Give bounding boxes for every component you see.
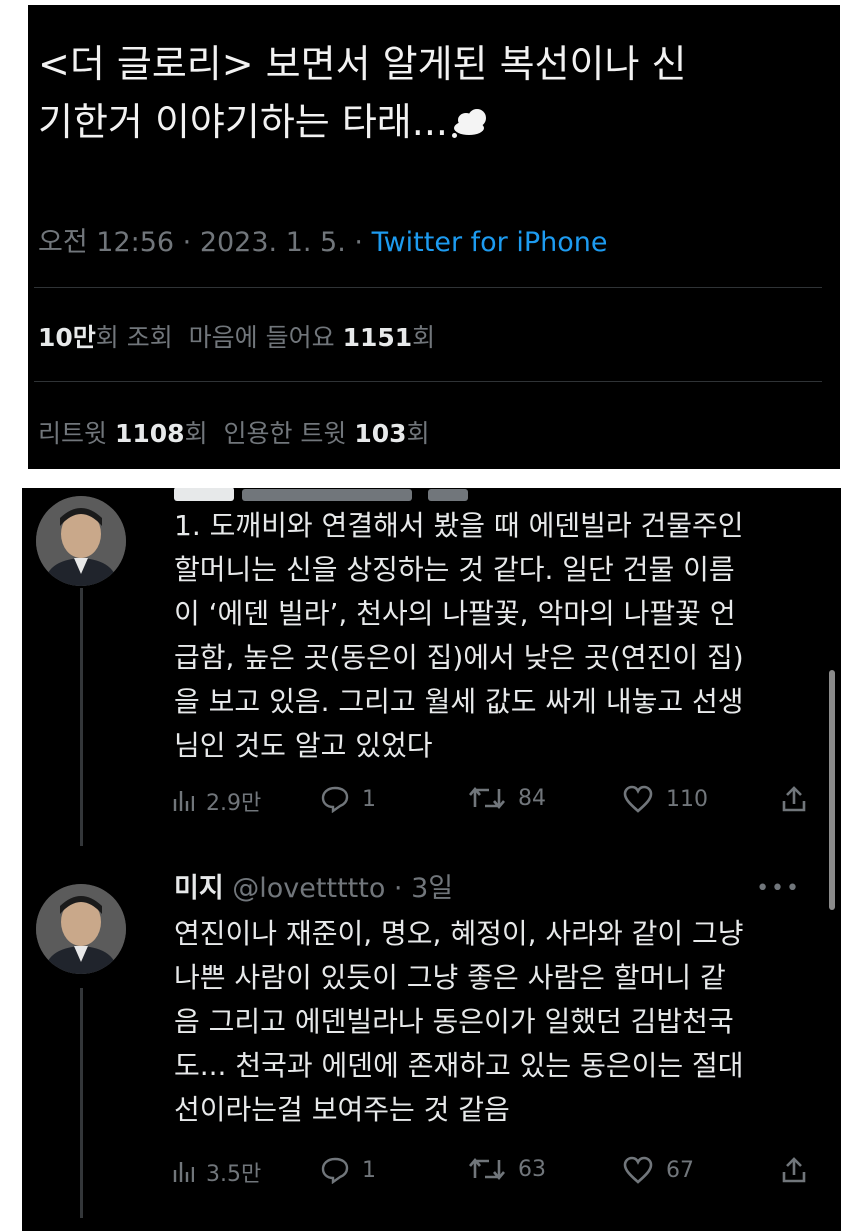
reply-actions: 3.5만 1 63 67 <box>172 1156 812 1196</box>
quotes-count[interactable]: 인용한 트윗 103회 <box>223 419 429 448</box>
author-name[interactable]: 미지 <box>174 873 224 904</box>
tweet-meta: 오전 12:56 · 2023. 1. 5. · Twitter for iPh… <box>38 220 607 259</box>
reply-actions: 2.9만 1 84 110 <box>172 785 812 825</box>
share-icon <box>782 786 806 812</box>
likes-label: 마음에 들어요 <box>188 323 335 352</box>
avatar-photo <box>36 884 126 974</box>
comments-count: 1 <box>362 1157 376 1183</box>
heart-icon <box>623 1156 653 1184</box>
more-icon[interactable]: ••• <box>756 876 801 901</box>
share-button[interactable] <box>780 785 808 813</box>
heart-icon <box>623 785 653 813</box>
author-handle[interactable]: @lovettttto <box>232 873 385 904</box>
meta-separator: · <box>174 227 200 258</box>
views-value: 10만 <box>38 323 96 352</box>
retweets-count[interactable]: 리트윗 1108회 <box>38 419 208 448</box>
views-label: 회 조회 <box>95 323 173 352</box>
bar-chart-icon <box>173 1162 194 1182</box>
tweet-text-line: <더 글로리> 보면서 알게된 복선이나 신 <box>38 42 687 86</box>
retweets-count: 63 <box>518 1156 546 1182</box>
views-button[interactable]: 3.5만 <box>172 1156 261 1188</box>
tweet-text: <더 글로리> 보면서 알게된 복선이나 신 기한거 이야기하는 타래... <box>38 35 818 151</box>
replies-panel: 1. 도깨비와 연결해서 봤을 때 에덴빌라 건물주인 할머니는 신을 상징하는… <box>22 488 841 1231</box>
reply-text: 연진이나 재준이, 명오, 혜정이, 사라와 같이 그냥 나쁜 사람이 있듯이 … <box>174 912 744 1132</box>
likes-unit: 회 <box>412 323 436 352</box>
retweet-icon <box>469 786 505 810</box>
retweet-icon <box>469 1157 505 1181</box>
thought-balloon-icon <box>452 109 488 138</box>
tweet-time: 오전 12:56 <box>38 227 175 258</box>
reply-button[interactable]: 1 <box>320 1156 376 1184</box>
reply-text-line: 1. 도깨비와 연결해서 봤을 때 에덴빌라 건물주인 <box>174 509 744 542</box>
views-count: 2.9만 <box>206 791 262 816</box>
speech-bubble-icon <box>321 1157 349 1184</box>
views-button[interactable]: 2.9만 <box>172 785 261 817</box>
quotes-label: 인용한 트윗 <box>223 419 347 448</box>
tweet-text-line: 기한거 이야기하는 타래... <box>38 93 818 151</box>
likes-count: 110 <box>666 786 708 812</box>
bar-chart-icon <box>173 791 194 811</box>
meta-separator: · <box>385 873 412 904</box>
like-button[interactable]: 110 <box>622 785 708 813</box>
views-count[interactable]: 10만회 조회 <box>38 323 173 352</box>
scrollbar[interactable] <box>829 670 835 910</box>
retweet-button[interactable]: 63 <box>468 1156 546 1182</box>
speech-bubble-icon <box>321 786 349 813</box>
comments-count: 1 <box>362 786 376 812</box>
retweets-value: 1108 <box>114 419 185 448</box>
reply-text-line: 급함, 높은 곳(동은이 집)에서 낮은 곳(연진이 집) <box>174 641 744 674</box>
likes-count: 67 <box>666 1157 694 1183</box>
like-button[interactable]: 67 <box>622 1156 694 1184</box>
stats-row-retweets-quotes: 리트윗 1108회 인용한 트윗 103회 <box>38 414 430 450</box>
retweets-count: 84 <box>518 785 546 811</box>
avatar[interactable] <box>36 496 126 586</box>
divider <box>34 287 822 288</box>
avatar[interactable] <box>36 884 126 974</box>
retweets-label: 리트윗 <box>38 419 108 448</box>
reply-time: 3일 <box>411 873 454 904</box>
views-count: 3.5만 <box>206 1162 262 1187</box>
likes-count[interactable]: 마음에 들어요 1151회 <box>189 323 436 352</box>
divider <box>34 381 822 382</box>
tweet-detail-panel: <더 글로리> 보면서 알게된 복선이나 신 기한거 이야기하는 타래... 오… <box>28 5 840 469</box>
reply-text: 1. 도깨비와 연결해서 봤을 때 에덴빌라 건물주인 할머니는 신을 상징하는… <box>174 504 744 768</box>
thread-connector <box>80 988 83 1218</box>
quotes-unit: 회 <box>406 419 430 448</box>
thread-connector <box>80 588 83 846</box>
reply-button[interactable]: 1 <box>320 785 376 813</box>
tweet-date: 2023. 1. 5. <box>199 227 346 258</box>
reply-text-line: 이 ‘에덴 빌라’, 천사의 나팔꽃, 악마의 나팔꽃 언 <box>174 597 736 630</box>
meta-separator: · <box>345 227 372 258</box>
reply-text-line: 도... 천국과 에덴에 존재하고 있는 동은이는 절대 <box>174 1049 744 1082</box>
share-button[interactable] <box>780 1156 808 1184</box>
reply-text-line: 음 그리고 에덴빌라나 동은이가 일했던 김밥천국 <box>174 1005 734 1038</box>
likes-value: 1151 <box>342 323 413 352</box>
stats-row-views-likes: 10만회 조회 마음에 들어요 1151회 <box>38 318 435 354</box>
avatar-photo <box>36 496 126 586</box>
reply-text-line: 나쁜 사람이 있듯이 그냥 좋은 사람은 할머니 같 <box>174 961 726 994</box>
share-icon <box>782 1157 806 1183</box>
reply-author-row: 미지 @lovettttto · 3일 <box>174 866 453 905</box>
tweet-text-line-content: 기한거 이야기하는 타래... <box>38 100 448 144</box>
reply-text-line: 할머니는 신을 상징하는 것 같다. 일단 건물 이름 <box>174 553 735 586</box>
retweets-unit: 회 <box>184 419 208 448</box>
quotes-value: 103 <box>354 419 407 448</box>
reply-text-line: 선이라는걸 보여주는 것 같음 <box>174 1093 510 1126</box>
reply-text-line: 님인 것도 알고 있었다 <box>174 729 433 762</box>
reply-text-line: 을 보고 있음. 그리고 월세 값도 싸게 내놓고 선생 <box>174 685 744 718</box>
reply-text-line: 연진이나 재준이, 명오, 혜정이, 사라와 같이 그냥 <box>174 917 744 950</box>
retweet-button[interactable]: 84 <box>468 785 546 811</box>
tweet-source-link[interactable]: Twitter for iPhone <box>372 227 608 258</box>
